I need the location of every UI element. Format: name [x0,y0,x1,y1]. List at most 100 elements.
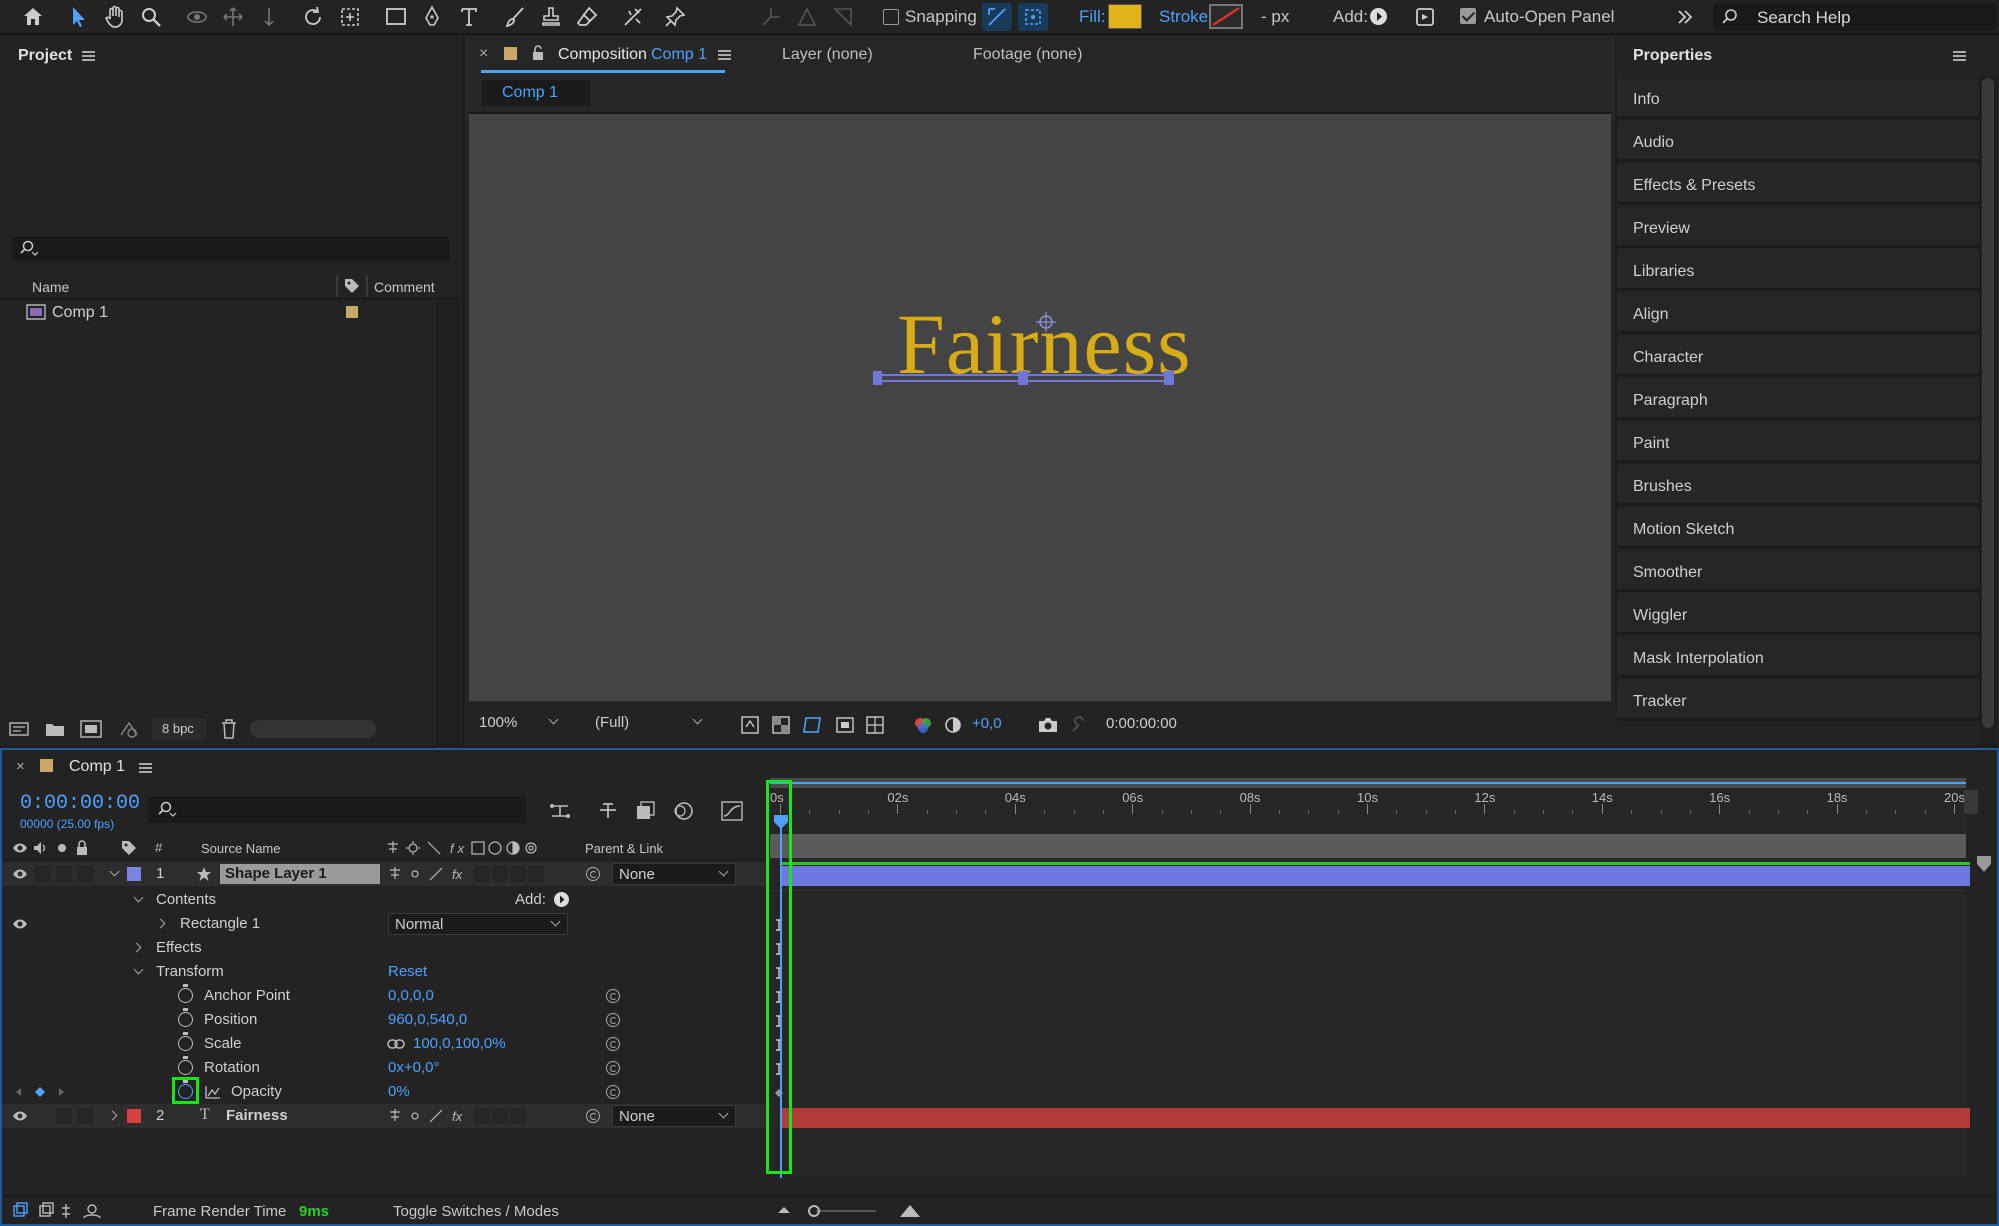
resolution-dropdown[interactable]: (Full) [589,712,709,734]
time-ruler[interactable]: 0s 02s 04s 06s 08s 10s 12s 14s 16s 18s 20s [770,790,1966,816]
add-shape-icon[interactable] [1370,8,1387,25]
timeline-comp-tab[interactable]: Comp 1 [69,758,125,776]
hand-tool-icon[interactable] [100,3,130,31]
brush-tool-icon[interactable] [500,3,530,31]
layer-visibility-icon[interactable] [12,1109,28,1123]
magnification-dropdown[interactable]: 100% [473,712,565,734]
properties-scrollbar[interactable] [1979,76,1997,746]
dolly-camera-icon[interactable] [254,3,284,31]
rectangle-1-row[interactable]: Rectangle 1 Normal [2,912,767,936]
trash-icon[interactable] [220,718,238,740]
shape-selection-handles[interactable] [873,289,1193,399]
rectangle-tool-icon[interactable] [381,3,411,31]
keyframe-navigator[interactable] [14,1086,66,1098]
scale-row[interactable]: Scale 100,0,100,0% [2,1032,767,1056]
show-snapshot-icon[interactable] [1070,715,1090,735]
label-tag-icon[interactable] [343,277,361,295]
graph-icon[interactable] [205,1085,221,1099]
axis-world-icon[interactable] [792,3,822,31]
properties-item-tracker[interactable]: Tracker [1617,681,1979,721]
zoom-tool-icon[interactable] [136,3,166,31]
layer-name-shape-layer-1[interactable]: Shape Layer 1 [220,864,380,884]
layer-row-fairness[interactable]: 2 T Fairness fx None [2,1104,767,1128]
scale-value[interactable]: 100,0,100,0% [413,1035,506,1052]
expand-workspaces-icon[interactable] [1670,3,1700,31]
interpret-footage-icon[interactable] [8,720,30,738]
properties-item-align[interactable]: Align [1617,294,1979,334]
layer-name-fairness[interactable]: Fairness [226,1107,288,1124]
auto-open-panel-checkbox[interactable] [1460,8,1476,24]
type-tool-icon[interactable] [454,3,484,31]
close-tab-icon[interactable]: × [479,45,488,63]
reset-exposure-icon[interactable] [943,715,963,735]
layer-tab[interactable]: Layer (none) [782,46,873,64]
properties-item-smoother[interactable]: Smoother [1617,552,1979,592]
composition-tab-name[interactable]: Comp 1 [651,46,707,64]
properties-item-brushes[interactable]: Brushes [1617,466,1979,506]
contents-row[interactable]: Contents Add: [2,888,767,912]
layer-expand-chevron[interactable] [109,866,120,877]
timeline-close-icon[interactable]: × [16,758,25,775]
column-number[interactable]: # [155,840,162,855]
anchor-point-pickwhip-icon[interactable] [606,989,620,1003]
contents-chevron[interactable] [133,892,144,903]
properties-item-info[interactable]: Info [1617,79,1979,119]
position-stopwatch-icon[interactable] [178,1008,193,1027]
position-value[interactable]: 960,0,540,0 [388,1011,467,1028]
switches-column-icons[interactable]: fx [384,839,564,857]
composition-viewer[interactable]: Fairness [469,112,1611,701]
layer-switches[interactable]: fx [386,865,566,883]
graph-editor-icon[interactable] [720,800,744,822]
mask-visibility-icon[interactable] [802,715,822,735]
rotate-tool-icon[interactable] [298,3,328,31]
axis-view-icon[interactable] [828,3,858,31]
add-content-icon[interactable] [554,892,569,907]
layer-2-duration-bar[interactable] [780,1108,1970,1128]
lock-column-icon[interactable] [75,840,89,856]
label-column-icon[interactable] [120,840,138,856]
transform-reset-link[interactable]: Reset [388,963,427,980]
position-row[interactable]: Position 960,0,540,0 [2,1008,767,1032]
search-help-field[interactable]: Search Help [1713,3,1997,31]
stroke-width-value[interactable]: - px [1261,7,1289,27]
panel-layout-icon[interactable] [1410,3,1440,31]
viewer-timecode[interactable]: 0:00:00:00 [1106,715,1177,732]
footage-tab[interactable]: Footage (none) [973,46,1082,64]
properties-item-libraries[interactable]: Libraries [1617,251,1979,291]
snapping-checkbox[interactable] [883,9,899,25]
effects-chevron[interactable] [131,942,142,953]
bit-depth-button[interactable]: 8 bpc [152,718,206,740]
opacity-value[interactable]: 0% [388,1083,410,1100]
layer-2-expand-chevron[interactable] [107,1110,118,1121]
toggle-switches-modes[interactable]: Toggle Switches / Modes [393,1203,559,1220]
zoom-slider[interactable] [776,1201,926,1221]
properties-item-mask-interpolation[interactable]: Mask Interpolation [1617,638,1979,678]
opacity-row[interactable]: Opacity 0% [2,1077,767,1104]
properties-item-audio[interactable]: Audio [1617,122,1979,162]
timeline-footer-icons[interactable] [12,1202,104,1220]
home-icon[interactable] [18,3,48,31]
parent-pickwhip-icon[interactable] [586,867,600,881]
rotation-stopwatch-icon[interactable] [178,1056,193,1075]
constrain-proportions-icon[interactable] [387,1038,405,1050]
snapshot-camera-icon[interactable] [1037,715,1059,735]
timeline-menu-icon[interactable] [139,763,152,773]
anchor-point-row[interactable]: Anchor Point 0,0,0,0 [2,984,767,1008]
grid-guides-icon[interactable] [865,715,885,735]
pen-tool-icon[interactable] [417,3,447,31]
thumbnail-scrollbar[interactable] [250,720,376,738]
transform-row[interactable]: Transform Reset [2,960,767,984]
anchor-point-stopwatch-icon[interactable] [178,984,193,1003]
timeline-right-scroll[interactable] [1964,790,1978,814]
puppet-pin-icon[interactable] [660,3,690,31]
rotation-row[interactable]: Rotation 0x+0,0° [2,1056,767,1080]
layer-visibility-icon[interactable] [12,867,28,881]
opacity-stopwatch-icon[interactable] [178,1080,193,1099]
comp-1-subtab[interactable]: Comp 1 [482,80,590,106]
project-settings-icon[interactable] [117,719,141,739]
selection-tool-icon[interactable] [64,3,94,31]
channels-icon[interactable] [913,715,933,735]
project-menu-icon[interactable] [82,51,95,61]
properties-item-effects-presets[interactable]: Effects & Presets [1617,165,1979,205]
composition-flowchart-icon[interactable] [548,800,574,822]
